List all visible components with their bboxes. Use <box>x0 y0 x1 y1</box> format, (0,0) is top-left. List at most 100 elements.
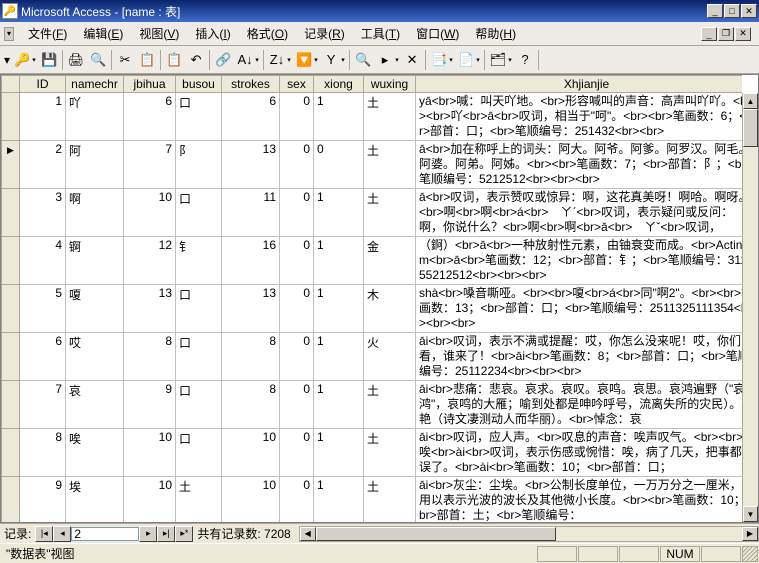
table-row[interactable]: 7哀9口801土āi<br>悲痛：悲哀。哀求。哀叹。哀鸣。哀思。哀鸿遍野（"哀鸿… <box>2 381 743 429</box>
column-header[interactable]: ID <box>20 76 66 93</box>
cell-namechr[interactable]: 阿 <box>66 141 124 189</box>
cell-jbihua[interactable]: 8 <box>124 333 176 381</box>
cell-id[interactable]: 2 <box>20 141 66 189</box>
cell-wuxing[interactable]: 土 <box>364 93 416 141</box>
cell-id[interactable]: 8 <box>20 429 66 477</box>
cell-busou[interactable]: 口 <box>176 429 222 477</box>
cell-sex[interactable]: 0 <box>280 381 314 429</box>
toolbar-button[interactable]: 🔗 <box>212 49 234 71</box>
cell-namechr[interactable]: 锕 <box>66 237 124 285</box>
cell-namechr[interactable]: 嗄 <box>66 285 124 333</box>
cell-sex[interactable]: 0 <box>280 285 314 333</box>
dropdown-icon[interactable]: ▾ <box>312 49 320 71</box>
column-header[interactable]: strokes <box>222 76 280 93</box>
toolbar-button[interactable]: 🔍 <box>352 49 374 71</box>
cell-sex[interactable]: 0 <box>280 429 314 477</box>
cell-strokes[interactable]: 16 <box>222 237 280 285</box>
cell-sex[interactable]: 0 <box>280 477 314 523</box>
cell-sex[interactable]: 0 <box>280 141 314 189</box>
scroll-thumb[interactable] <box>743 109 758 147</box>
maximize-button[interactable]: □ <box>724 4 740 18</box>
cell-namechr[interactable]: 哎 <box>66 333 124 381</box>
table-row[interactable]: 2阿7阝1300土ā<br>加在称呼上的词头：阿大。阿爷。阿爹。阿罗汉。阿毛。阿… <box>2 141 743 189</box>
cell-busou[interactable]: 钅 <box>176 237 222 285</box>
cell-jbihua[interactable]: 13 <box>124 285 176 333</box>
row-selector[interactable] <box>2 333 20 381</box>
cell-jbihua[interactable]: 7 <box>124 141 176 189</box>
cell-id[interactable]: 9 <box>20 477 66 523</box>
horizontal-scrollbar[interactable]: ◀ ▶ <box>299 526 759 542</box>
menu-item[interactable]: 插入(I) <box>187 22 238 45</box>
cell-busou[interactable]: 口 <box>176 333 222 381</box>
row-selector[interactable] <box>2 381 20 429</box>
scroll-right-button[interactable]: ▶ <box>742 527 758 541</box>
new-record-button[interactable]: ▸* <box>175 526 193 542</box>
toolbar-button[interactable]: ✂ <box>114 49 136 71</box>
toolbar-button[interactable]: 📋 <box>163 49 185 71</box>
cell-xhjianjie[interactable]: shà<br>嗓音嘶哑。<br><br>嗄<br>á<br>同"啊2"。<br>… <box>416 285 743 333</box>
toolbar-button[interactable]: 📋 <box>136 49 158 71</box>
toolbar-handle-icon[interactable]: ▾ <box>4 27 14 41</box>
cell-xiong[interactable]: 1 <box>314 333 364 381</box>
cell-busou[interactable]: 阝 <box>176 141 222 189</box>
hscroll-thumb[interactable] <box>316 527 556 541</box>
cell-sex[interactable]: 0 <box>280 237 314 285</box>
table-row[interactable]: 1吖6口601土yā<br>喊：叫天吖地。<br>形容喊叫的声音：高声叫吖吖。<… <box>2 93 743 141</box>
cell-jbihua[interactable]: 6 <box>124 93 176 141</box>
prev-record-button[interactable]: ◂ <box>53 526 71 542</box>
toolbar-button[interactable]: 💾 <box>38 49 60 71</box>
table-row[interactable]: 3啊10口1101土ā<br>叹词，表示赞叹或惊异：啊，这花真美呀！啊哈。啊呀。… <box>2 189 743 237</box>
menu-item[interactable]: 工具(T) <box>353 22 408 45</box>
cell-xiong[interactable]: 1 <box>314 237 364 285</box>
cell-busou[interactable]: 口 <box>176 285 222 333</box>
cell-xhjianjie[interactable]: āi<br>叹词，应人声。<br>叹息的声音：唉声叹气。<br><br>唉<br… <box>416 429 743 477</box>
menu-item[interactable]: 文件(F) <box>20 22 75 45</box>
cell-wuxing[interactable]: 金 <box>364 237 416 285</box>
cell-xhjianjie[interactable]: ā<br>加在称呼上的词头：阿大。阿爷。阿爹。阿罗汉。阿毛。阿婆。阿弟。阿姊。<… <box>416 141 743 189</box>
table-row[interactable]: 8唉10口1001土āi<br>叹词，应人声。<br>叹息的声音：唉声叹气。<b… <box>2 429 743 477</box>
cell-sex[interactable]: 0 <box>280 93 314 141</box>
row-selector[interactable] <box>2 189 20 237</box>
cell-wuxing[interactable]: 土 <box>364 429 416 477</box>
menu-item[interactable]: 帮助(H) <box>467 22 524 45</box>
cell-wuxing[interactable]: 木 <box>364 285 416 333</box>
cell-wuxing[interactable]: 土 <box>364 189 416 237</box>
cell-jbihua[interactable]: 9 <box>124 381 176 429</box>
child-restore-button[interactable]: ❐ <box>718 27 734 41</box>
first-record-button[interactable]: |◂ <box>35 526 53 542</box>
scroll-left-button[interactable]: ◀ <box>300 527 316 541</box>
cell-jbihua[interactable]: 10 <box>124 189 176 237</box>
dropdown-icon[interactable]: ▾ <box>30 49 38 71</box>
cell-jbihua[interactable]: 10 <box>124 429 176 477</box>
child-close-button[interactable]: ✕ <box>735 27 751 41</box>
toolbar-handle-icon[interactable]: ▾ <box>4 53 10 67</box>
cell-strokes[interactable]: 6 <box>222 93 280 141</box>
child-minimize-button[interactable]: _ <box>701 27 717 41</box>
dropdown-icon[interactable]: ▾ <box>339 49 347 71</box>
dropdown-icon[interactable]: ▾ <box>393 49 401 71</box>
scroll-down-button[interactable]: ▼ <box>743 506 758 522</box>
column-header[interactable]: jbihua <box>124 76 176 93</box>
scroll-up-button[interactable]: ▲ <box>743 93 758 109</box>
next-record-button[interactable]: ▸ <box>139 526 157 542</box>
cell-xiong[interactable]: 1 <box>314 477 364 523</box>
cell-strokes[interactable]: 8 <box>222 381 280 429</box>
column-header[interactable]: namechr <box>66 76 124 93</box>
table-row[interactable]: 4锕12钅1601金（錒）<br>ā<br>一种放射性元素，由铀衰变而成。<br… <box>2 237 743 285</box>
record-number-input[interactable] <box>71 527 139 541</box>
cell-sex[interactable]: 0 <box>280 189 314 237</box>
last-record-button[interactable]: ▸| <box>157 526 175 542</box>
column-header[interactable]: wuxing <box>364 76 416 93</box>
cell-id[interactable]: 6 <box>20 333 66 381</box>
column-header[interactable]: Xhjianjie <box>416 76 743 93</box>
cell-namechr[interactable]: 啊 <box>66 189 124 237</box>
cell-busou[interactable]: 口 <box>176 381 222 429</box>
cell-xhjianjie[interactable]: āi<br>悲痛：悲哀。哀求。哀叹。哀鸣。哀思。哀鸿遍野（"哀鸿"，哀鸣的大雁；… <box>416 381 743 429</box>
row-selector[interactable] <box>2 93 20 141</box>
row-selector[interactable] <box>2 285 20 333</box>
cell-busou[interactable]: 口 <box>176 93 222 141</box>
cell-id[interactable]: 1 <box>20 93 66 141</box>
cell-id[interactable]: 3 <box>20 189 66 237</box>
cell-sex[interactable]: 0 <box>280 333 314 381</box>
cell-id[interactable]: 7 <box>20 381 66 429</box>
